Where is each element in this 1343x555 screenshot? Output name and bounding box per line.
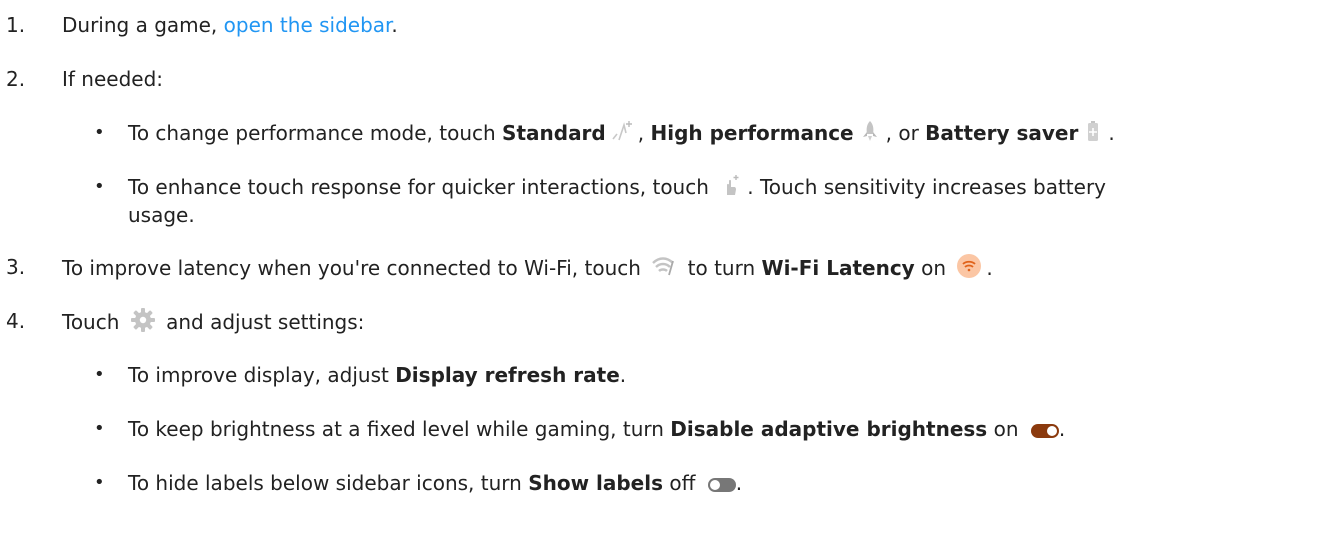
separator: , or xyxy=(885,121,926,145)
step-number: 2. xyxy=(6,67,26,91)
step-4-text-pre: Touch xyxy=(62,310,126,334)
step-3-text-mid: to turn xyxy=(681,256,762,280)
bullet-text: To keep brightness at a fixed level whil… xyxy=(128,415,1065,443)
step-number: 4. xyxy=(6,309,26,333)
display-refresh-rate-label: Display refresh rate xyxy=(395,363,620,387)
bullet-text: To hide labels below sidebar icons, turn… xyxy=(128,469,742,497)
disable-adaptive-brightness-label: Disable adaptive brightness xyxy=(670,417,988,441)
separator: , xyxy=(637,121,651,145)
wifi-latency-label: Wi-Fi Latency xyxy=(761,256,915,280)
bullet-text-pre: To change performance mode, touch xyxy=(128,121,503,145)
bullet-text: To enhance touch response for quicker in… xyxy=(128,173,1106,204)
step-1-text-post: . xyxy=(391,13,398,37)
step-4-text-post: and adjust settings: xyxy=(159,310,365,334)
separator: . xyxy=(1108,121,1115,145)
battery-saver-label: Battery saver xyxy=(925,121,1079,145)
bullet-text-pre: To keep brightness at a fixed level whil… xyxy=(128,417,671,441)
toggle-on-icon xyxy=(1030,423,1059,438)
toggle-off-icon xyxy=(707,477,736,492)
bullet-text: To change performance mode, touch Standa… xyxy=(128,119,1115,150)
step-text: Touch and adjust settings: xyxy=(62,307,364,340)
toggle-knob xyxy=(708,478,721,491)
settings-gear-icon xyxy=(130,307,156,340)
bullet: • xyxy=(94,122,105,143)
bullet: • xyxy=(94,472,105,493)
bullet-text-post: off xyxy=(663,471,702,495)
step-text: During a game, open the sidebar. xyxy=(62,11,398,39)
step-text: If needed: xyxy=(62,67,164,91)
bullet: • xyxy=(94,364,105,385)
high-performance-label: High performance xyxy=(650,121,854,145)
toggle-knob xyxy=(1045,424,1058,437)
step-3-text-end: . xyxy=(986,256,993,280)
bullet-text-post: . Touch sensitivity increases battery xyxy=(747,175,1107,199)
bullet-text-post: . xyxy=(619,363,627,387)
bullet-text-end: . xyxy=(735,471,743,495)
standard-label: Standard xyxy=(502,121,606,145)
step-number: 3. xyxy=(6,255,26,279)
bullet-text-continuation: usage. xyxy=(128,203,195,227)
touch-sensitivity-icon xyxy=(719,173,743,204)
step-1-text-pre: During a game, xyxy=(62,13,224,37)
bullet: • xyxy=(94,176,105,197)
step-number: 1. xyxy=(6,13,26,37)
standard-mode-icon xyxy=(610,119,634,150)
bullet-text-end: . xyxy=(1058,417,1066,441)
high-performance-icon xyxy=(858,119,882,150)
bullet-text: To improve display, adjust Display refre… xyxy=(128,361,626,389)
bullet: • xyxy=(94,418,105,439)
bullet-text-post: on xyxy=(987,417,1025,441)
wifi-latency-on-icon xyxy=(956,253,982,286)
step-text: To improve latency when you're connected… xyxy=(62,253,993,286)
show-labels-label: Show labels xyxy=(528,471,664,495)
step-3-text-post: on xyxy=(914,256,953,280)
bullet-text-pre: To enhance touch response for quicker in… xyxy=(128,175,716,199)
bullet-text-pre: To improve display, adjust xyxy=(128,363,396,387)
bullet-text-pre: To hide labels below sidebar icons, turn xyxy=(128,471,529,495)
wifi-latency-icon xyxy=(651,255,677,284)
step-3-text-pre: To improve latency when you're connected… xyxy=(62,256,648,280)
battery-saver-icon xyxy=(1082,119,1104,150)
open-sidebar-link[interactable]: open the sidebar xyxy=(224,13,392,37)
